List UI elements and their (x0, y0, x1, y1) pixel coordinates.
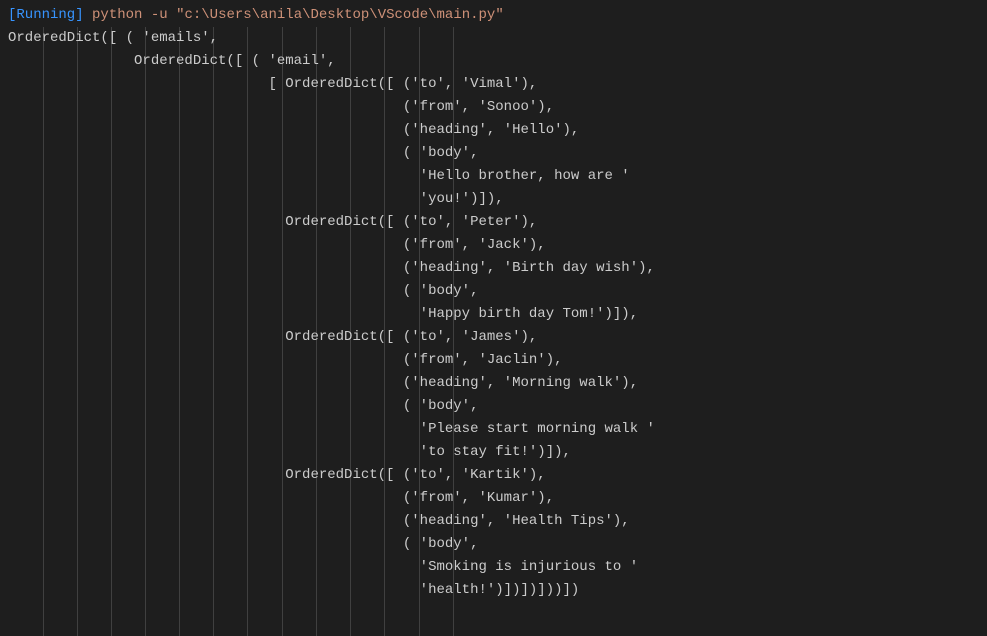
output-line: 'Smoking is injurious to ' (8, 556, 979, 579)
running-status: [Running] (8, 7, 84, 23)
output-line: 'health!')])])]))]) (8, 579, 979, 602)
output-line: ('from', 'Kumar'), (8, 487, 979, 510)
command-flag: -u (151, 7, 168, 23)
output-line: 'Hello brother, how are ' (8, 165, 979, 188)
output-line: ('heading', 'Hello'), (8, 119, 979, 142)
output-line: 'Happy birth day Tom!')]), (8, 303, 979, 326)
output-line: 'to stay fit!')]), (8, 441, 979, 464)
output-line: OrderedDict([ ( 'emails', (8, 27, 979, 50)
output-line: ( 'body', (8, 533, 979, 556)
output-line: OrderedDict([ ('to', 'Peter'), (8, 211, 979, 234)
output-line: ('from', 'Jack'), (8, 234, 979, 257)
output-line: 'Please start morning walk ' (8, 418, 979, 441)
output-line: OrderedDict([ ( 'email', (8, 50, 979, 73)
terminal-command-line: [Running] python -u "c:\Users\anila\Desk… (8, 4, 979, 27)
output-line: 'you!')]), (8, 188, 979, 211)
command-name: python (92, 7, 142, 23)
output-line: ( 'body', (8, 142, 979, 165)
output-line: [ OrderedDict([ ('to', 'Vimal'), (8, 73, 979, 96)
terminal-output[interactable]: OrderedDict([ ( 'emails', OrderedDict([ … (8, 27, 979, 602)
output-line: ('from', 'Sonoo'), (8, 96, 979, 119)
output-line: ('heading', 'Birth day wish'), (8, 257, 979, 280)
output-line: OrderedDict([ ('to', 'James'), (8, 326, 979, 349)
output-line: ('heading', 'Health Tips'), (8, 510, 979, 533)
script-path: "c:\Users\anila\Desktop\VScode\main.py" (176, 7, 504, 23)
output-line: ('from', 'Jaclin'), (8, 349, 979, 372)
output-line: ('heading', 'Morning walk'), (8, 372, 979, 395)
output-line: OrderedDict([ ('to', 'Kartik'), (8, 464, 979, 487)
output-line: ( 'body', (8, 395, 979, 418)
output-line: ( 'body', (8, 280, 979, 303)
